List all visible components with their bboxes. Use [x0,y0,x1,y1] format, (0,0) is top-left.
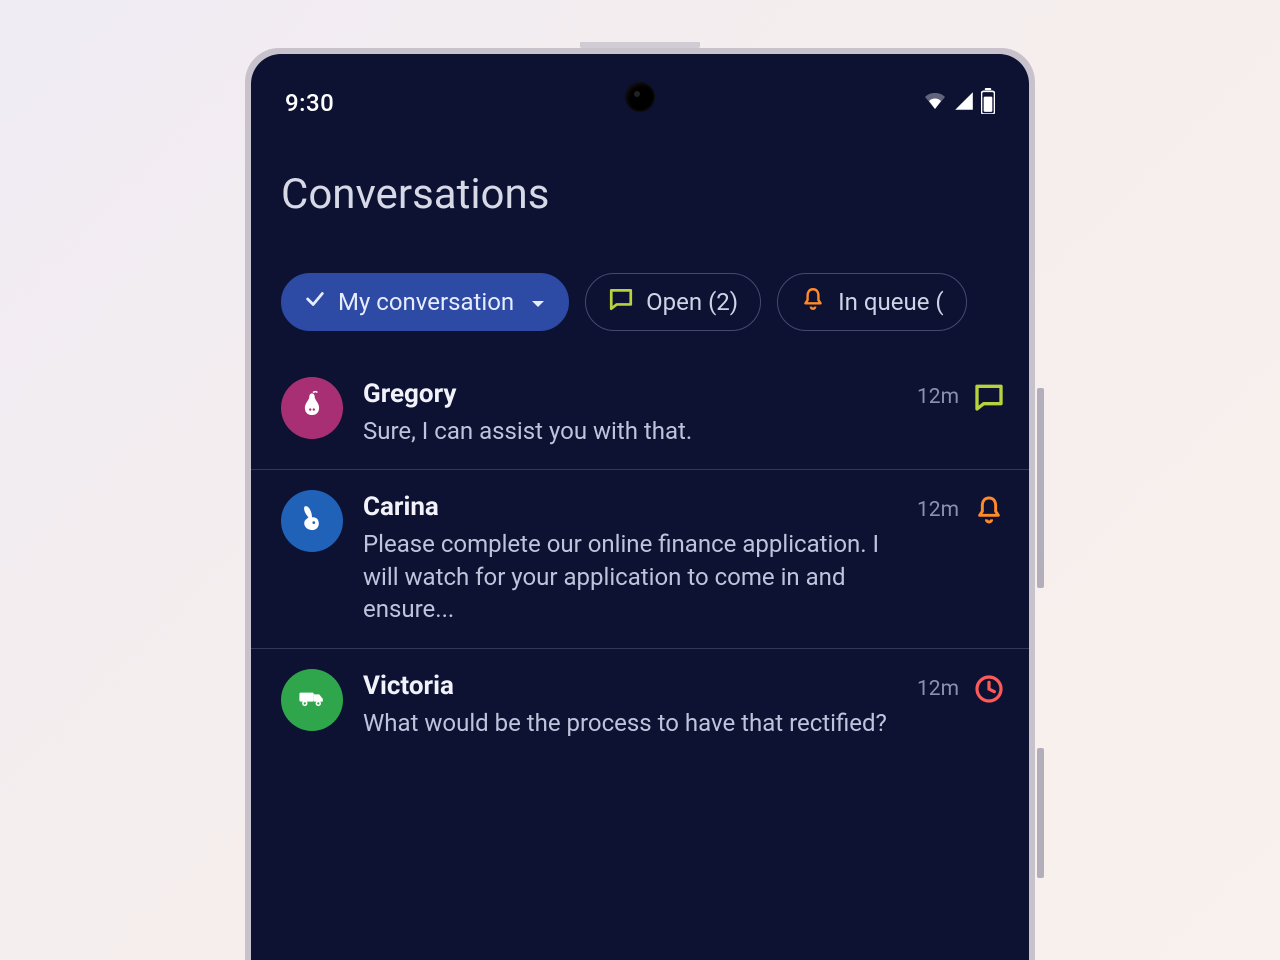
phone-side-button [1037,748,1044,878]
filter-chips-row[interactable]: My conversation Open (2) In queue ( [251,229,1029,357]
wifi-icon [923,90,947,116]
filter-chip-label: In queue ( [838,288,943,316]
chat-icon [973,381,1005,413]
status-icons [923,88,995,118]
filter-chip-in-queue[interactable]: In queue ( [777,273,966,331]
conversation-meta: 12m [917,490,1005,526]
conversation-name: Gregory [363,379,897,409]
conversation-preview: Please complete our online finance appli… [363,528,897,625]
avatar [281,490,343,552]
phone-frame: 9:30 Conversations My convers [245,48,1035,960]
filter-chip-label: My conversation [338,288,514,316]
battery-icon [981,88,995,118]
chevron-down-icon [530,288,546,316]
conversation-item[interactable]: Gregory Sure, I can assist you with that… [251,357,1029,470]
avatar [281,377,343,439]
avatar [281,669,343,731]
phone-notch [580,42,700,48]
conversation-meta: 12m [917,377,1005,413]
conversation-item[interactable]: Carina Please complete our online financ… [251,470,1029,648]
bell-icon [973,494,1005,526]
conversation-time: 12m [917,385,959,409]
check-icon [304,288,326,316]
conversation-body: Gregory Sure, I can assist you with that… [363,377,897,447]
cellular-icon [953,90,975,116]
conversation-meta: 12m [917,669,1005,705]
camera-hole [625,82,655,112]
status-time: 9:30 [285,89,334,117]
conversation-name: Carina [363,492,897,522]
conversation-item[interactable]: Victoria What would be the process to ha… [251,649,1029,761]
chat-icon [608,286,634,318]
conversation-time: 12m [917,498,959,522]
page-title: Conversations [251,122,1029,229]
conversation-body: Carina Please complete our online financ… [363,490,897,625]
conversation-body: Victoria What would be the process to ha… [363,669,897,739]
filter-chip-label: Open (2) [646,288,738,316]
truck-icon [294,680,330,720]
bell-icon [800,286,826,318]
conversation-name: Victoria [363,671,897,701]
conversation-time: 12m [917,677,959,701]
rabbit-icon [294,501,330,541]
filter-chip-my-conversation[interactable]: My conversation [281,273,569,331]
phone-side-button [1037,388,1044,588]
conversation-preview: Sure, I can assist you with that. [363,415,897,447]
pear-icon [294,388,330,428]
filter-chip-open[interactable]: Open (2) [585,273,761,331]
scroll-fade-overlay [251,826,1029,960]
conversation-preview: What would be the process to have that r… [363,707,897,739]
conversation-list[interactable]: Gregory Sure, I can assist you with that… [251,357,1029,761]
clock-icon [973,673,1005,705]
phone-screen: 9:30 Conversations My convers [251,54,1029,960]
